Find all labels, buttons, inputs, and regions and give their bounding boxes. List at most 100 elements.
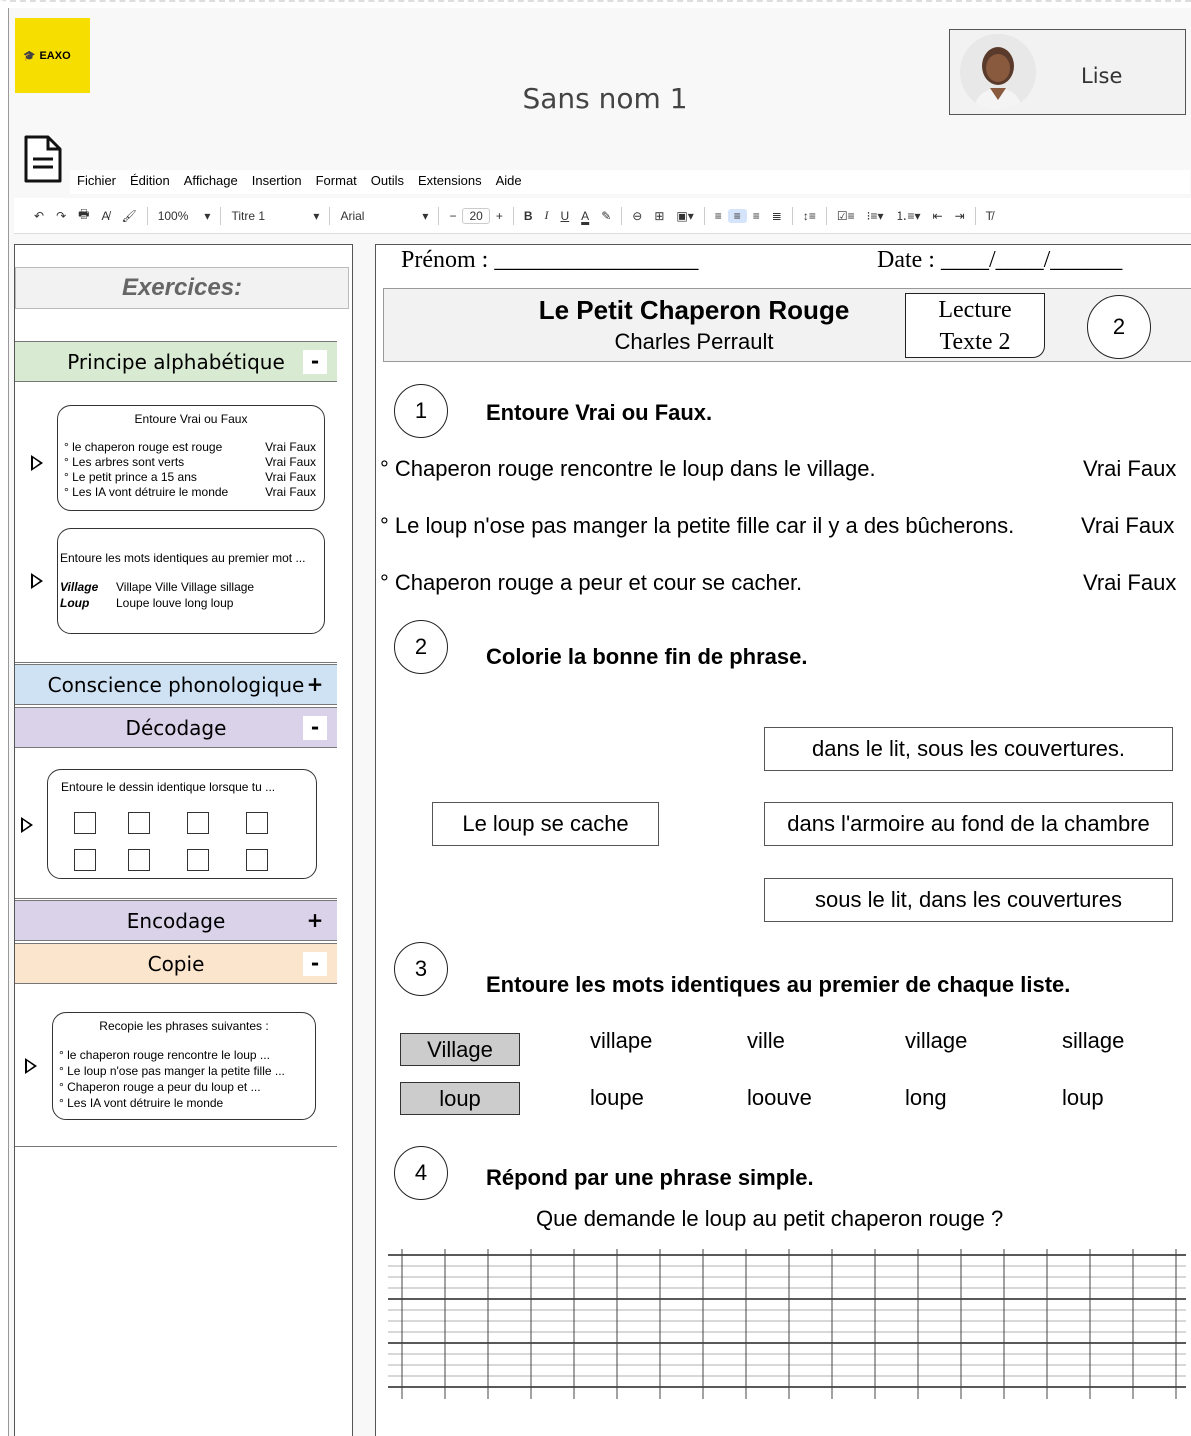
menu-extensions[interactable]: Extensions: [411, 170, 489, 194]
numbered-list-icon[interactable]: ⒈≡▾: [889, 207, 926, 224]
vrai-faux-choice[interactable]: Vrai Faux: [1081, 513, 1174, 539]
font-select[interactable]: Arial ▾: [334, 209, 434, 223]
font-size-input[interactable]: 20: [462, 207, 490, 224]
menu-edition[interactable]: Édition: [123, 170, 177, 194]
word-option[interactable]: loupe: [590, 1085, 644, 1111]
word-option[interactable]: long: [905, 1085, 947, 1111]
decrease-indent-icon[interactable]: ⇤: [927, 209, 949, 223]
bold-button[interactable]: B: [518, 209, 539, 223]
vrai-faux-choice[interactable]: Vrai Faux: [1083, 570, 1176, 596]
word-option[interactable]: loouve: [747, 1085, 812, 1111]
menu-affichage[interactable]: Affichage: [177, 170, 245, 194]
ending-option[interactable]: dans le lit, sous les couvertures.: [764, 727, 1173, 771]
document-title[interactable]: Sans nom 1: [500, 82, 710, 115]
word-option[interactable]: loup: [1062, 1085, 1104, 1111]
menu-insertion[interactable]: Insertion: [245, 170, 309, 194]
expand-toggle[interactable]: +: [303, 673, 327, 697]
ending-option[interactable]: dans l'armoire au fond de la chambre: [764, 802, 1173, 846]
decrease-font-size-button[interactable]: −: [443, 209, 462, 223]
checkbox[interactable]: [246, 812, 268, 834]
undo-icon[interactable]: ↶: [14, 209, 50, 223]
story-author: Charles Perrault: [614, 329, 774, 354]
statement: ° Chaperon rouge a peur et cour se cache…: [380, 570, 803, 595]
date-field[interactable]: Date : ____/____/______: [877, 247, 1122, 274]
list-item: ° Le loup n'ose pas manger la petite fil…: [59, 1064, 285, 1078]
highlight-icon[interactable]: ✎: [595, 209, 617, 223]
menu-format[interactable]: Format: [309, 170, 364, 194]
bulleted-list-icon[interactable]: ⁝≡▾: [861, 209, 890, 223]
checkbox[interactable]: [246, 849, 268, 871]
play-icon[interactable]: [21, 817, 33, 833]
ending-option[interactable]: sous le lit, dans les couvertures: [764, 878, 1173, 922]
italic-button[interactable]: I: [539, 208, 555, 223]
vrai-faux-choice[interactable]: Vrai Faux: [1083, 456, 1176, 482]
logo-text: EAXO: [39, 50, 71, 62]
collapse-toggle[interactable]: -: [303, 952, 327, 976]
image-icon[interactable]: ▣▾: [670, 209, 699, 223]
zoom-select[interactable]: 100% ▾: [152, 209, 217, 223]
style-select[interactable]: Titre 1 ▾: [225, 209, 325, 223]
checkbox[interactable]: [74, 812, 96, 834]
checkbox[interactable]: [187, 812, 209, 834]
word-option[interactable]: villape: [590, 1028, 652, 1054]
collapse-toggle[interactable]: -: [303, 716, 327, 740]
question-title: Entoure Vrai ou Faux.: [486, 400, 713, 425]
exercise-card-mots-identiques[interactable]: Entoure les mots identiques au premier m…: [57, 528, 325, 634]
worksheet-header: Le Petit Chaperon Rouge Charles Perrault…: [383, 288, 1191, 362]
word-option[interactable]: village: [905, 1028, 967, 1054]
checkbox[interactable]: [74, 849, 96, 871]
spellcheck-icon[interactable]: A̸: [95, 209, 115, 223]
checklist-icon[interactable]: ☑≡: [831, 209, 861, 223]
card-title: Entoure Vrai ou Faux: [134, 412, 248, 426]
user-card[interactable]: Lise: [949, 29, 1186, 115]
section-principe-alphabetique[interactable]: Principe alphabétique -: [15, 341, 337, 382]
align-left-icon[interactable]: ≡: [709, 209, 728, 223]
play-icon[interactable]: [31, 455, 43, 471]
redo-icon[interactable]: ↷: [50, 209, 72, 223]
graduation-cap-icon: 🎓: [23, 51, 36, 62]
menu-outils[interactable]: Outils: [364, 170, 411, 194]
print-icon[interactable]: 🖶: [72, 205, 95, 226]
prenom-field[interactable]: Prénom : _________________: [401, 247, 698, 274]
paint-format-icon[interactable]: 🖌: [115, 209, 142, 223]
writing-grid[interactable]: [388, 1249, 1186, 1401]
comment-icon[interactable]: ⊞: [648, 209, 670, 223]
clear-formatting-icon[interactable]: T̸: [980, 209, 999, 223]
play-icon[interactable]: [25, 1058, 37, 1074]
increase-indent-icon[interactable]: ⇥: [949, 209, 971, 223]
expand-toggle[interactable]: +: [303, 909, 327, 933]
list-item: ° le chaperon rouge est rouge Vrai Faux: [64, 440, 316, 454]
checkbox[interactable]: [187, 849, 209, 871]
section-decodage[interactable]: Décodage -: [15, 707, 337, 748]
word-option[interactable]: ville: [747, 1028, 785, 1054]
line-spacing-icon[interactable]: ↕≡: [797, 209, 822, 223]
statement: ° Chaperon rouge rencontre le loup dans …: [380, 456, 876, 481]
menu-fichier[interactable]: Fichier: [70, 170, 123, 194]
document-icon[interactable]: [22, 134, 64, 184]
exercises-sidebar: Exercices: Principe alphabétique - Entou…: [14, 244, 353, 1436]
exercise-card-vrai-faux[interactable]: Entoure Vrai ou Faux ° le chaperon rouge…: [57, 405, 325, 511]
play-icon[interactable]: [31, 573, 43, 589]
menu-aide[interactable]: Aide: [489, 170, 529, 194]
collapse-toggle[interactable]: -: [303, 350, 327, 374]
exercise-card-copie[interactable]: Recopie les phrases suivantes : ° le cha…: [52, 1012, 316, 1120]
section-copie[interactable]: Copie -: [15, 943, 337, 984]
align-center-icon[interactable]: ≡: [727, 208, 747, 223]
checkbox[interactable]: [128, 849, 150, 871]
word-option[interactable]: sillage: [1062, 1028, 1124, 1054]
card-lines: ° le chaperon rouge est rouge Vrai Faux °…: [58, 426, 324, 500]
checkbox[interactable]: [128, 812, 150, 834]
align-right-icon[interactable]: ≡: [747, 209, 766, 223]
text-color-button[interactable]: A: [575, 209, 595, 223]
increase-font-size-button[interactable]: +: [490, 209, 509, 223]
link-icon[interactable]: ⊖: [626, 209, 648, 223]
section-encodage[interactable]: Encodage +: [15, 900, 337, 941]
question-number: 3: [394, 942, 448, 996]
question-text: Que demande le loup au petit chaperon ro…: [536, 1206, 1004, 1231]
document-page[interactable]: Prénom : _________________ Date : ____/_…: [375, 244, 1191, 1436]
app-logo[interactable]: 🎓 EAXO: [15, 18, 90, 93]
align-justify-icon[interactable]: ≣: [766, 209, 788, 223]
underline-button[interactable]: U: [555, 209, 576, 223]
section-conscience-phonologique[interactable]: Conscience phonologique +: [15, 664, 337, 705]
exercise-card-dessin[interactable]: Entoure le dessin identique lorsque tu .…: [47, 769, 317, 879]
